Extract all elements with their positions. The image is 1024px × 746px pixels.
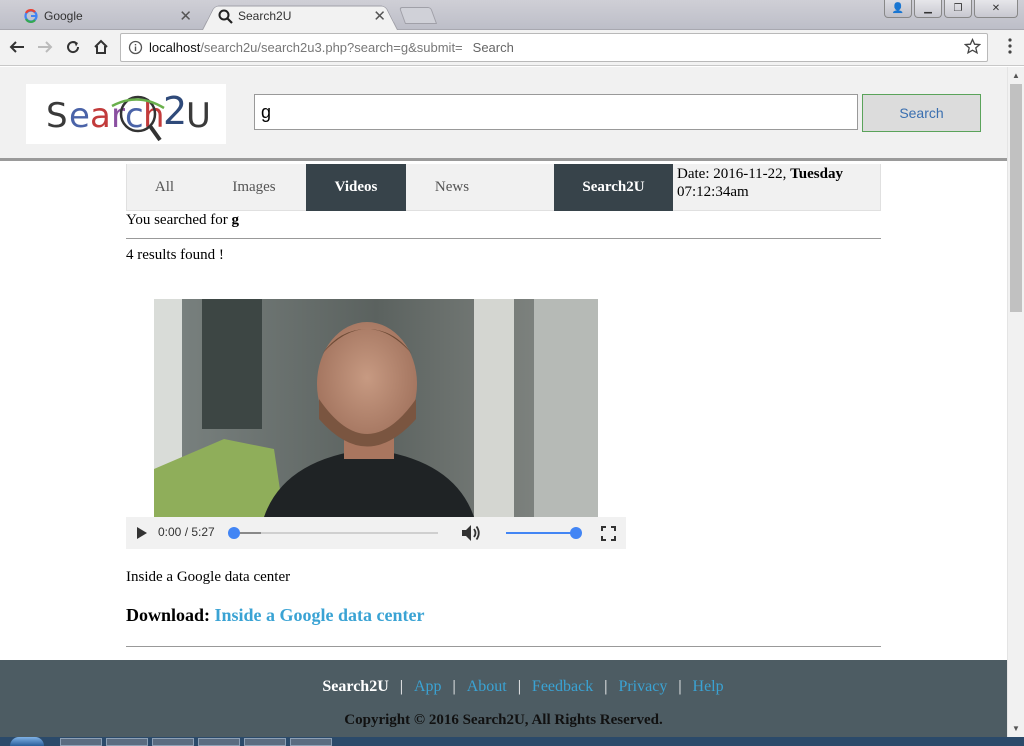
scroll-up-icon[interactable]: ▲ [1012,71,1020,80]
video-timecode: 0:00 / 5:27 [158,525,215,539]
taskbar-item[interactable] [290,738,332,746]
page-viewport: S e a r c h 2 U Search All Images Videos… [0,67,1007,737]
searched-prefix: You searched for [126,212,228,228]
volume-slider[interactable] [506,532,576,534]
results-count: 4 results found ! [126,247,224,263]
play-icon[interactable] [134,525,150,541]
date-day: Tuesday [790,166,843,182]
browser-tab-search2u[interactable]: Search2U ✕ [202,2,398,30]
site-header: S e a r c h 2 U Search [0,67,1007,161]
download-link[interactable]: Inside a Google data center [215,605,425,625]
forward-arrow-icon[interactable] [34,36,56,58]
browser-tabstrip: Google ✕ Search2U ✕ 👤 ▁ ❐ ✕ [0,0,1024,30]
search-icon [217,8,233,24]
start-orb-icon[interactable] [10,737,44,746]
svg-text:a: a [90,96,111,136]
bookmark-star-icon[interactable] [963,37,982,58]
volume-icon[interactable] [460,523,482,543]
download-line: Download: Inside a Google data center [126,605,425,626]
close-tab-icon[interactable]: ✕ [373,7,386,25]
minimize-button[interactable]: ▁ [914,0,942,18]
copyright: Copyright © 2016 Search2U, All Rights Re… [344,712,663,728]
svg-text:U: U [186,96,211,136]
site-footer: Search2U | App | About | Feedback | Privacy | Help… [0,660,1007,737]
category-tabs: All Images Videos News Search2U Date: 20… [126,164,881,211]
back-arrow-icon[interactable] [6,36,28,58]
footer-links: Search2U | App | About | Feedback | Privacy | Help [322,678,724,695]
browser-tab-google[interactable]: Google ✕ [8,2,204,30]
tab-videos[interactable]: Videos [306,164,406,211]
url-host: localhost [149,40,201,55]
seek-handle[interactable] [228,527,240,539]
browser-toolbar: localhost/search2u/search2u3.php?search=… [0,30,1024,66]
volume-handle[interactable] [570,527,582,539]
footer-link-about[interactable]: About [467,678,507,695]
date-time: 07:12:34am [677,184,749,200]
footer-brand: Search2U [322,678,389,695]
date-label: Date: 2016-11-22, [677,166,787,182]
restore-button[interactable]: ❐ [944,0,972,18]
taskbar-item[interactable] [244,738,286,746]
search2u-logo-icon: S e a r c h 2 U [46,89,211,142]
taskbar-item[interactable] [106,738,148,746]
video-caption: Inside a Google data center [126,569,291,585]
search-button[interactable]: Search [862,94,981,132]
omnibox-suffix: Search [472,40,514,55]
close-window-button[interactable]: ✕ [974,0,1018,18]
footer-link-feedback[interactable]: Feedback [532,678,593,695]
video-controls: 0:00 / 5:27 [126,517,626,549]
tab-news[interactable]: News [406,164,498,211]
tab-all[interactable]: All [127,164,202,211]
footer-link-help[interactable]: Help [693,678,724,695]
divider [126,646,881,647]
video-thumbnail [154,299,598,517]
os-taskbar [0,737,1024,746]
current-time: 0:00 [158,525,182,539]
window-controls: 👤 ▁ ❐ ✕ [884,0,1018,18]
scroll-down-icon[interactable]: ▼ [1012,724,1020,733]
divider [126,238,881,239]
google-g-icon [23,8,39,24]
fullscreen-icon[interactable] [600,525,616,541]
searched-for-text: You searched for g [126,212,239,229]
seek-bar[interactable] [234,532,438,534]
date-display: Date: 2016-11-22, Tuesday 07:12:34am [677,164,882,211]
vertical-scrollbar[interactable]: ▲ ▼ [1007,67,1024,737]
video-player[interactable] [154,299,598,517]
duration: 5:27 [191,525,215,539]
menu-dots-icon[interactable] [1008,38,1012,59]
taskbar-item[interactable] [198,738,240,746]
footer-link-app[interactable]: App [414,678,442,695]
search-input[interactable] [254,94,858,130]
info-icon[interactable] [128,40,143,58]
svg-text:2: 2 [163,89,187,133]
download-label: Download: [126,605,211,625]
footer-link-privacy[interactable]: Privacy [618,678,667,695]
address-bar[interactable]: localhost/search2u/search2u3.php?search=… [120,33,988,62]
browser-tab-title: Search2U [238,9,292,23]
site-logo[interactable]: S e a r c h 2 U [26,84,226,144]
svg-text:S: S [46,96,68,136]
reload-icon[interactable] [62,36,84,58]
searched-term: g [231,212,240,228]
user-profile-icon[interactable]: 👤 [884,0,912,18]
home-icon[interactable] [90,36,112,58]
browser-tab-title: Google [44,9,83,23]
url-path: /search2u/search2u3.php?search=g&submit= [200,40,463,55]
taskbar-item[interactable] [152,738,194,746]
tab-search2u[interactable]: Search2U [554,164,673,211]
close-tab-icon[interactable]: ✕ [179,7,192,25]
tab-images[interactable]: Images [202,164,306,211]
svg-text:e: e [69,96,90,136]
taskbar-item[interactable] [60,738,102,746]
scroll-thumb[interactable] [1010,84,1022,312]
new-tab-button[interactable] [398,7,438,24]
